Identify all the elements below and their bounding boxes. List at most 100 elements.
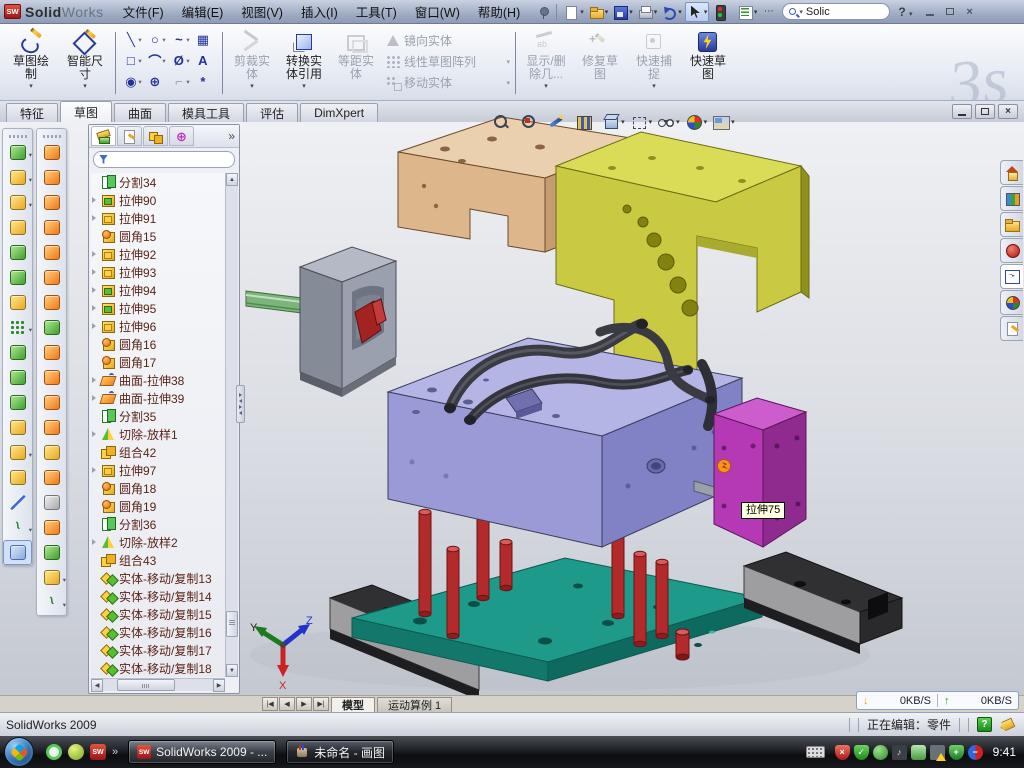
solidworks-icon[interactable] <box>90 744 106 760</box>
taskbar-window-button[interactable]: 未命名 - 画图 <box>286 740 394 764</box>
feature-tree-item[interactable]: 分割35 <box>91 407 225 425</box>
sketch-entity-button[interactable]: □▾ <box>121 50 145 71</box>
appearances-icon[interactable]: ▾ <box>685 113 708 131</box>
feature-tree-item[interactable]: 曲面-拉伸39 <box>91 389 225 407</box>
feature-tree-item[interactable]: 拉伸92 <box>91 245 225 263</box>
feature-tree-item[interactable]: 切除-放样2 <box>91 533 225 551</box>
feature-tree-item[interactable]: 分割36 <box>91 515 225 533</box>
left-toolbar-button[interactable]: ▾ <box>37 215 66 240</box>
toolbar-button[interactable]: 剪裁实体▾ <box>227 28 277 92</box>
study-nav-button[interactable]: ▶ <box>296 697 312 711</box>
left-toolbar-button[interactable]: ▾ <box>37 390 66 415</box>
scroll-thumb[interactable] <box>226 611 238 637</box>
view-orientation-icon[interactable]: ▾ <box>602 113 625 131</box>
feature-tree-item[interactable]: 圆角16 <box>91 335 225 353</box>
study-nav-button[interactable]: |◀ <box>262 697 278 711</box>
appearances-scenes-tab[interactable] <box>1000 290 1023 315</box>
select-button[interactable]: ▾ <box>685 2 710 22</box>
sketch-entity-button[interactable]: Ø▾ <box>169 50 193 71</box>
volume-icon[interactable]: ♪ <box>892 745 907 760</box>
feature-tree-item[interactable]: 实体-移动/复制14 <box>91 587 225 605</box>
expander-icon[interactable] <box>92 305 100 311</box>
expander-icon[interactable] <box>92 431 100 437</box>
quick-tips-icon[interactable]: ? <box>977 717 992 732</box>
defender-icon[interactable]: + <box>949 745 964 760</box>
toolbar-button[interactable]: 修复草图▾ <box>574 28 626 92</box>
feature-tree-item[interactable]: 实体-移动/复制15 <box>91 605 225 623</box>
sketch-entity-button[interactable]: A▾ <box>193 50 217 71</box>
toolbar-button[interactable]: 等距实体▾ <box>331 28 381 92</box>
toolbar-button[interactable]: 移动实体▾ <box>386 72 510 93</box>
study-tab[interactable]: 运动算例 1 <box>377 697 452 712</box>
expander-icon[interactable] <box>92 377 100 383</box>
left-toolbar-button[interactable]: ▾ <box>37 240 66 265</box>
scroll-thumb[interactable] <box>117 679 175 691</box>
zoom-fit-icon[interactable]: ▾ <box>492 113 515 131</box>
left-toolbar-button[interactable]: ▾ <box>37 265 66 290</box>
undo-button[interactable]: ▾ <box>660 2 683 22</box>
solidworks-resources-tab[interactable] <box>1000 160 1023 185</box>
sketch-entity-button[interactable]: ◉▾ <box>121 71 145 92</box>
left-toolbar-button[interactable]: ▾ <box>3 465 32 490</box>
feature-tree-item[interactable]: 圆角15 <box>91 227 225 245</box>
feature-tree-item[interactable]: 分割34 <box>91 173 225 191</box>
scroll-up-button[interactable]: ▲ <box>226 173 238 186</box>
feature-tree-item[interactable]: 组合43 <box>91 551 225 569</box>
expander-icon[interactable] <box>92 251 100 257</box>
left-toolbar-button[interactable]: ▾ <box>37 515 66 540</box>
messenger-tray-icon[interactable] <box>911 745 926 760</box>
left-toolbar-button[interactable]: ▾ <box>37 140 66 165</box>
left-toolbar-button[interactable]: ▾ <box>3 365 32 390</box>
tree-vertical-scrollbar[interactable]: ▲ ▼ <box>225 173 238 677</box>
toolbar-button[interactable]: 快速草图▾ <box>682 28 734 92</box>
sketch-entity-button[interactable]: ╲▾ <box>121 29 145 50</box>
menu-item[interactable]: 视图(V) <box>232 2 292 21</box>
left-toolbar-button[interactable]: ▾ <box>3 390 32 415</box>
feature-tree-item[interactable]: 圆角18 <box>91 479 225 497</box>
sketch-entity-button[interactable]: ⌒▾ <box>145 50 169 71</box>
feature-tree-item[interactable]: 实体-移动/复制13 <box>91 569 225 587</box>
propertymanager-tab[interactable] <box>117 126 142 146</box>
print-button[interactable]: ▾ <box>636 2 659 22</box>
left-toolbar-button[interactable]: ▾ <box>37 465 66 490</box>
sync-icon[interactable]: − <box>968 745 983 760</box>
scene-icon[interactable]: ▾ <box>712 113 735 131</box>
toolbar-button[interactable]: 转换实体引用▾ <box>279 28 329 92</box>
toolbar-button[interactable]: 草图绘制▾ <box>5 28 57 92</box>
messenger-icon[interactable] <box>46 744 62 760</box>
feature-tree-item[interactable]: 实体-移动/复制16 <box>91 623 225 641</box>
left-toolbar-button[interactable]: ▾ <box>3 440 32 465</box>
feature-tree-item[interactable]: 实体-移动/复制17 <box>91 641 225 659</box>
tree-filter-input[interactable] <box>93 151 235 168</box>
menu-item[interactable]: 窗口(W) <box>406 2 469 21</box>
toolbar-button[interactable]: 显示/删除几...▾ <box>520 28 572 92</box>
feature-tree-item[interactable]: 切除-放样1 <box>91 425 225 443</box>
custom-properties-tab[interactable] <box>1000 316 1023 341</box>
toolbar-button[interactable]: 快速捕捉▾ <box>628 28 680 92</box>
file-explorer-tab[interactable] <box>1000 212 1023 237</box>
feature-tree-item[interactable]: 曲面-拉伸38 <box>91 371 225 389</box>
menu-item[interactable]: 工具(T) <box>347 2 406 21</box>
left-toolbar-button[interactable]: ▾ <box>37 565 66 590</box>
new-button[interactable]: ▾ <box>562 2 585 22</box>
sketch-entity-button[interactable]: ⌐▾ <box>169 71 193 92</box>
left-toolbar-button[interactable]: ▾ <box>3 315 32 340</box>
left-toolbar-button[interactable]: ▾ <box>3 215 32 240</box>
taskbar-window-button[interactable]: SolidWorks 2009 - ... <box>128 740 276 764</box>
left-toolbar-button[interactable]: ▾ <box>37 340 66 365</box>
toolbar-button[interactable]: 镜向实体▾ <box>386 30 510 51</box>
expander-icon[interactable] <box>92 287 100 293</box>
pin-icon[interactable] <box>535 4 551 20</box>
panel-overflow-chevron[interactable]: » <box>228 129 235 143</box>
network-warning-icon[interactable] <box>930 745 945 760</box>
menu-item[interactable]: 编辑(E) <box>173 2 233 21</box>
left-toolbar-button[interactable]: ▾ <box>3 415 32 440</box>
study-nav-button[interactable]: ◀ <box>279 697 295 711</box>
expander-icon[interactable] <box>92 395 100 401</box>
scroll-down-button[interactable]: ▼ <box>226 664 238 677</box>
dynamic-view-icon[interactable]: ▾ <box>547 113 570 131</box>
left-toolbar-button[interactable]: ▾ <box>37 365 66 390</box>
left-toolbar-button[interactable]: ▾ <box>37 190 66 215</box>
left-toolbar-button[interactable]: ▾ <box>3 515 32 540</box>
menu-item[interactable]: 插入(I) <box>292 2 347 21</box>
